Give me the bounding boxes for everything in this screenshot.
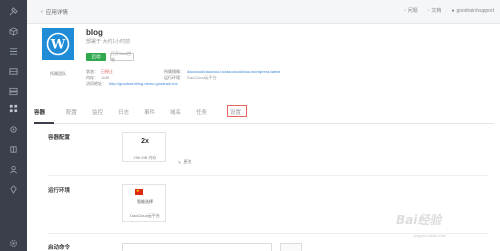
tab-monitor[interactable]: 监控 <box>92 108 103 116</box>
watermark-subtext: jingyan.baidu.com <box>414 233 447 238</box>
access-url-link[interactable]: http://goodrain/blog.demo.goodrain.me <box>109 81 178 86</box>
app-header-card: W blog 部署于 大约1小时前 启动 打开Web控制 所属团队 状态： 已停止… <box>34 24 494 96</box>
pencil-icon: ✎ <box>178 159 182 165</box>
baidu-jingyan-watermark: Bai经验 <box>396 203 491 235</box>
account-menu[interactable]: ● goodrain/support <box>451 8 494 14</box>
settings-tab-highlight <box>227 105 247 117</box>
tab-container[interactable]: 容器 <box>34 108 45 116</box>
runtime-card[interactable]: 智能选择 DaoCloud云平台 <box>122 184 166 222</box>
tab-domain[interactable]: 域名 <box>170 108 181 116</box>
start-command-button[interactable] <box>280 243 302 251</box>
section-divider <box>48 175 488 176</box>
top-bar: ‹ 应用详情 ▫ 问题 ▫ 文档 ● goodrain/support <box>27 0 500 24</box>
start-command-input[interactable] <box>122 243 272 251</box>
status-value: 已停止 <box>101 69 113 74</box>
layers-icon[interactable] <box>8 66 19 77</box>
tab-tasks[interactable]: 任务 <box>196 108 207 116</box>
scale-count: 2x <box>141 138 149 145</box>
memory-size: 256 MB 内存 <box>133 155 157 160</box>
top-right-menu: ▫ 问题 ▫ 文档 ● goodrain/support <box>403 7 494 15</box>
settings-icon[interactable] <box>8 124 19 135</box>
web-console-button[interactable]: 打开Web控制 <box>110 51 134 62</box>
svg-text:W: W <box>50 38 66 53</box>
chevron-left-icon: ‹ <box>41 9 43 15</box>
container-config-title: 容器配置 <box>48 135 71 141</box>
cube-icon[interactable] <box>8 26 19 37</box>
app-status: 部署于 大约1小时前 <box>86 39 131 45</box>
back-label: 应用详情 <box>45 10 68 16</box>
sidebar <box>0 0 27 251</box>
access-info: 访问地址： http://goodrain/blog.demo.goodrain.… <box>86 81 178 86</box>
grid-icon[interactable] <box>8 103 19 114</box>
user-icon: ▫ <box>427 7 430 14</box>
owner-info: 所属团队 <box>50 71 66 77</box>
back-link[interactable]: ‹ 应用详情 <box>41 8 68 16</box>
server-icon[interactable] <box>8 86 19 97</box>
wordpress-logo-icon: W <box>42 28 74 60</box>
tab-logs[interactable]: 日志 <box>118 108 129 116</box>
pin-icon[interactable] <box>8 184 19 195</box>
puzzle-icon[interactable] <box>8 144 19 155</box>
runtime-title: 运行环境 <box>48 188 71 194</box>
tools-icon[interactable] <box>8 6 19 17</box>
doc-icon: ▫ <box>403 7 406 14</box>
cluster-info: 运行环境： DaoCloud云平台 <box>164 75 217 80</box>
image-link[interactable]: daocloud/daocloud.io/daocloud/dao-wordpr… <box>187 69 280 74</box>
china-flag-icon <box>135 188 143 195</box>
region-label: 智能选择 <box>137 199 153 204</box>
app-name: blog <box>86 28 103 37</box>
edit-link[interactable]: ✎ 更改 <box>178 159 191 165</box>
tab-events[interactable]: 事件 <box>144 108 155 116</box>
gear-icon[interactable] <box>8 238 19 249</box>
start-command-title: 启动命令 <box>48 245 71 251</box>
provider-label: DaoCloud云平台 <box>130 213 160 218</box>
tab-config[interactable]: 配置 <box>66 108 77 116</box>
start-button[interactable]: 启动 <box>86 53 106 61</box>
user-icon[interactable] <box>8 164 19 175</box>
avatar-icon: ● <box>451 7 455 14</box>
scale-card[interactable]: 2x 256 MB 内存 <box>122 132 166 162</box>
active-tab-indicator <box>34 122 54 124</box>
issues-link[interactable]: ▫ 问题 <box>403 7 418 15</box>
watermark-text: Bai经验 <box>396 212 442 227</box>
list-icon[interactable] <box>8 46 19 57</box>
docs-link[interactable]: ▫ 文档 <box>427 7 442 15</box>
tab-bar: 容器 配置 监控 日志 事件 域名 任务 设置 <box>34 100 494 124</box>
owner-label: 所属团队 <box>50 71 66 76</box>
